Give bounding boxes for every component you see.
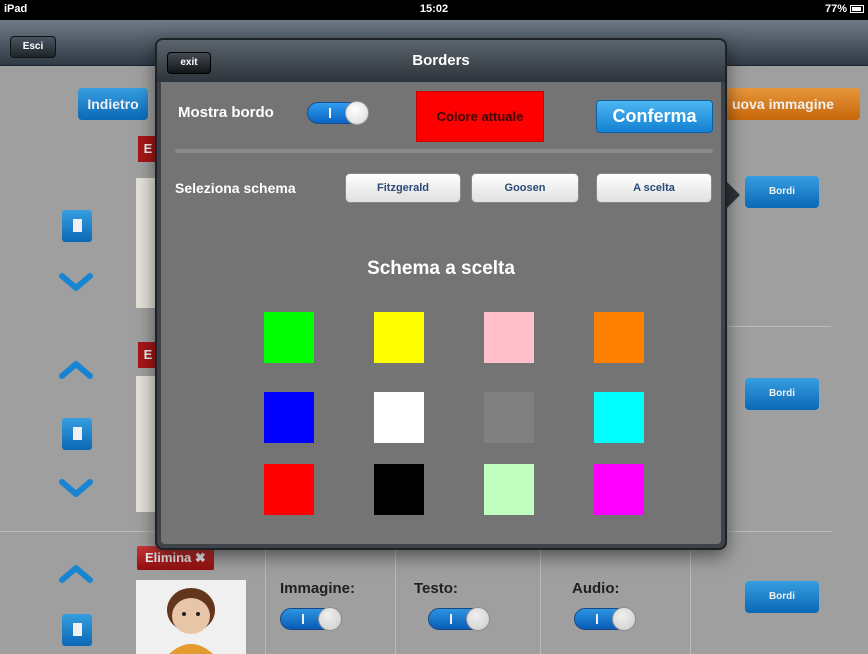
separator — [175, 149, 713, 153]
current-color-swatch: Colore attuale — [416, 91, 544, 142]
popover-arrow — [726, 181, 740, 209]
battery-percent: 77% — [824, 3, 847, 15]
select-scheme-label: Seleziona schema — [175, 180, 296, 196]
color-swatch[interactable] — [264, 392, 314, 443]
color-swatch[interactable] — [374, 464, 424, 515]
color-swatch[interactable] — [264, 464, 314, 515]
show-border-label: Mostra bordo — [178, 104, 274, 121]
scheme-goosen-button[interactable]: Goosen — [471, 173, 579, 203]
schema-title: Schema a scelta — [367, 258, 515, 279]
color-swatch[interactable] — [594, 464, 644, 515]
battery-icon — [850, 5, 864, 13]
color-swatch[interactable] — [484, 392, 534, 443]
scheme-fitzgerald-button[interactable]: Fitzgerald — [345, 173, 461, 203]
borders-popover: exit Borders Mostra bordo Colore attuale… — [155, 38, 727, 550]
color-swatch[interactable] — [594, 312, 644, 363]
confirm-button[interactable]: Conferma — [596, 100, 713, 133]
color-swatch[interactable] — [484, 312, 534, 363]
color-swatch[interactable] — [484, 464, 534, 515]
popover-body: Mostra bordo Colore attuale Conferma Sel… — [161, 82, 721, 544]
clock: 15:02 — [419, 3, 449, 15]
status-bar: iPad 15:02 77% — [0, 0, 868, 20]
scheme-custom-button[interactable]: A scelta — [596, 173, 712, 203]
color-swatch[interactable] — [374, 312, 424, 363]
popover-title: Borders — [412, 52, 470, 69]
esci-button[interactable]: Esci — [10, 36, 56, 58]
color-swatch[interactable] — [374, 392, 424, 443]
show-border-toggle[interactable] — [307, 101, 369, 125]
color-swatch[interactable] — [594, 392, 644, 443]
popover-header: exit Borders — [157, 40, 725, 82]
color-swatch[interactable] — [264, 312, 314, 363]
